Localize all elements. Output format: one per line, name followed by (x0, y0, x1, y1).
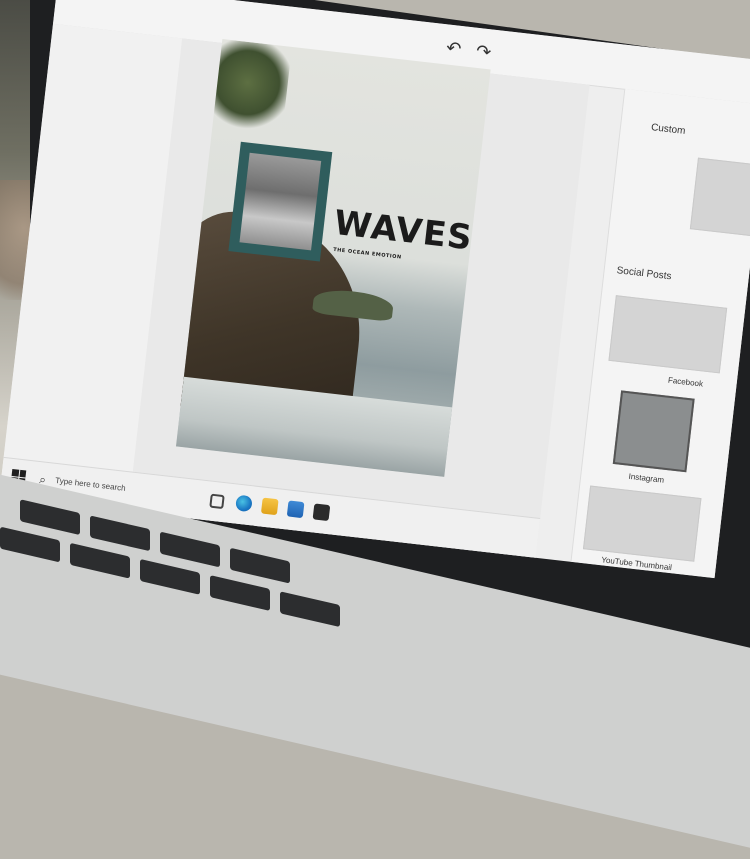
section-custom: Custom (650, 122, 686, 137)
keyboard-key (210, 575, 270, 611)
keyboard-key (140, 558, 200, 595)
poster-design[interactable]: WAVES THE OCEAN EMOTION (175, 38, 491, 477)
custom-thumb[interactable] (689, 157, 750, 238)
youtube-thumb[interactable] (582, 485, 702, 562)
keyboard-key (160, 531, 220, 568)
keyboard-key (70, 542, 130, 579)
photo-frame[interactable] (228, 141, 333, 262)
edge-icon[interactable] (235, 494, 253, 513)
keyboard-key (230, 547, 290, 584)
keyboard-key (90, 515, 150, 552)
keyboard-key (280, 591, 340, 628)
mail-icon[interactable] (286, 500, 305, 519)
task-view-icon[interactable] (209, 493, 225, 510)
redo-icon[interactable]: ↷ (471, 39, 495, 63)
file-explorer-icon[interactable] (260, 497, 279, 516)
instagram-label: Instagram (628, 471, 665, 485)
store-icon[interactable] (312, 503, 331, 522)
keyboard-key (0, 526, 60, 563)
section-social-posts: Social Posts (616, 265, 672, 283)
surf-photo-inset (239, 152, 322, 251)
facebook-label: Facebook (667, 375, 704, 389)
facebook-thumb[interactable] (608, 295, 728, 374)
instagram-thumb[interactable] (612, 390, 695, 473)
laptop-screen: ↶ ↷ WAVES THE OCEAN EMOTION Custom Socia… (0, 0, 750, 579)
keyboard-key (20, 499, 80, 536)
undo-icon[interactable]: ↶ (442, 36, 466, 60)
